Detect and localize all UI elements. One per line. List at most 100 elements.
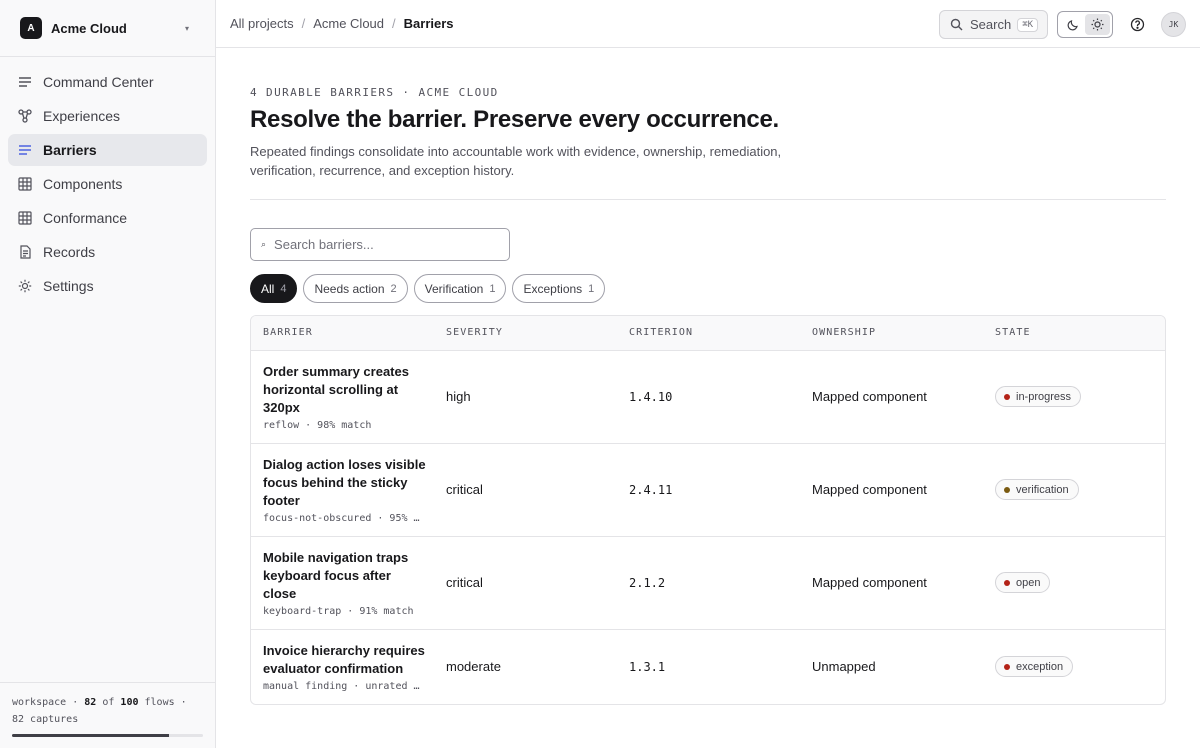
status-badge: open (995, 572, 1051, 593)
sidebar-item-conformance[interactable]: Conformance (8, 202, 207, 234)
criterion-cell: 2.1.2 (617, 536, 800, 630)
table-row[interactable]: Dialog action loses visible focus behind… (251, 443, 1165, 537)
page-eyebrow: 4 DURABLE BARRIERS · ACME CLOUD (250, 86, 499, 99)
sidebar-item-components[interactable]: Components (8, 168, 207, 200)
breadcrumb-separator: / (301, 16, 306, 31)
breadcrumb-project[interactable]: Acme Cloud (313, 16, 384, 31)
page-title: Resolve the barrier. Preserve every occu… (250, 106, 779, 133)
sidebar-item-experiences[interactable]: Experiences (8, 100, 207, 132)
breadcrumb-separator: / (392, 16, 396, 31)
barrier-title[interactable]: Invoice hierarchy requires evaluator con… (263, 642, 434, 678)
lines-icon (18, 143, 32, 157)
usage-text: workspace · 82 of 100 flows · 82 capture… (12, 697, 187, 725)
search-icon (950, 18, 963, 31)
filter-count: 4 (280, 282, 287, 295)
nodes-icon (18, 109, 32, 123)
state-cell: verification (983, 443, 1165, 537)
breadcrumb-root[interactable]: All projects (230, 16, 294, 31)
criterion-cell: 1.3.1 (629, 659, 666, 674)
status-badge: in-progress (995, 386, 1082, 407)
sidebar-item-label: Components (43, 176, 123, 192)
theme-toggle[interactable] (1057, 11, 1113, 38)
state-cell: open (983, 536, 1165, 630)
table-row[interactable]: Invoice hierarchy requires evaluator con… (251, 629, 1165, 704)
barrier-cell: Invoice hierarchy requires evaluator con… (251, 629, 434, 704)
workspace-usage: workspace · 82 of 100 flows · 82 capture… (0, 682, 215, 748)
severity-cell: critical (434, 443, 617, 537)
divider (250, 199, 1166, 200)
sidebar-item-records[interactable]: Records (8, 236, 207, 268)
filter-count: 2 (390, 282, 397, 295)
avatar[interactable]: JK (1161, 12, 1186, 37)
state-cell: exception (983, 629, 1165, 704)
column-header-state[interactable]: STATE (983, 316, 1165, 351)
sidebar-item-settings[interactable]: Settings (8, 270, 207, 302)
state-cell: in-progress (983, 350, 1165, 444)
barriers-table: BARRIER SEVERITY CRITERION OWNERSHIP STA… (250, 315, 1166, 705)
chevron-down-icon: ▾ (184, 23, 189, 33)
barrier-search[interactable]: ⌕ (250, 228, 510, 261)
table-row[interactable]: Order summary creates horizontal scrolli… (251, 350, 1165, 444)
breadcrumb: All projects / Acme Cloud / Barriers (230, 16, 454, 31)
usage-progress-fill (12, 734, 169, 737)
severity-cell: high (434, 350, 617, 444)
filter-exceptions[interactable]: Exceptions 1 (512, 274, 606, 303)
filter-chips: All 4 Needs action 2 Verification 1 Exce… (250, 274, 1166, 303)
barrier-meta: focus-not-obscured · 95% match (263, 512, 423, 524)
column-header-severity[interactable]: SEVERITY (434, 316, 617, 351)
status-badge: exception (995, 656, 1074, 677)
barrier-title[interactable]: Mobile navigation traps keyboard focus a… (263, 549, 434, 603)
table-row[interactable]: Mobile navigation traps keyboard focus a… (251, 536, 1165, 630)
sidebar-item-label: Experiences (43, 108, 121, 124)
filter-count: 1 (489, 282, 496, 295)
sidebar-item-label: Settings (43, 278, 94, 294)
filter-count: 1 (588, 282, 595, 295)
severity-cell: critical (434, 536, 617, 630)
breadcrumb-current: Barriers (403, 16, 454, 31)
column-header-barrier[interactable]: BARRIER (251, 316, 434, 351)
document-icon (18, 245, 32, 259)
sidebar: A Acme Cloud ▾ Command Center Experience… (0, 0, 216, 748)
filter-all[interactable]: All 4 (250, 274, 298, 303)
status-dot (1004, 663, 1010, 670)
search-label: Search (970, 17, 1012, 32)
main-content: 4 DURABLE BARRIERS · ACME CLOUD Resolve … (250, 48, 1166, 705)
topbar-actions: Search ⌘K JK (939, 10, 1186, 39)
grid-icon (18, 211, 32, 225)
filter-verification[interactable]: Verification 1 (413, 274, 507, 303)
barrier-title[interactable]: Dialog action loses visible focus behind… (263, 456, 434, 510)
status-dot (1004, 579, 1010, 586)
filter-needs-action[interactable]: Needs action 2 (303, 274, 408, 303)
ownership-cell: Unmapped (812, 659, 876, 674)
workspace-switcher[interactable]: A Acme Cloud ▾ (0, 0, 215, 57)
sidebar-item-label: Barriers (43, 142, 97, 158)
status-dot (1004, 393, 1010, 400)
status-badge: verification (995, 479, 1079, 500)
sidebar-item-command-center[interactable]: Command Center (8, 66, 207, 98)
barrier-meta: reflow · 98% match (263, 419, 372, 431)
ownership-cell: Mapped component (800, 536, 983, 630)
barrier-search-input[interactable] (274, 237, 495, 252)
usage-progress-bar (12, 734, 203, 737)
sidebar-item-label: Command Center (43, 74, 154, 90)
moon-icon[interactable] (1060, 14, 1085, 35)
global-search-button[interactable]: Search ⌘K (939, 10, 1048, 39)
ownership-cell: Mapped component (800, 443, 983, 537)
search-icon: ⌕ (261, 239, 267, 249)
sidebar-item-barriers[interactable]: Barriers (8, 134, 207, 166)
lines-icon (18, 75, 32, 89)
status-dot (1004, 486, 1010, 493)
column-header-criterion[interactable]: CRITERION (617, 316, 800, 351)
sun-icon[interactable] (1085, 14, 1110, 35)
criterion-cell: 2.4.11 (617, 443, 800, 537)
column-header-ownership[interactable]: OWNERSHIP (800, 316, 983, 351)
sidebar-item-label: Records (43, 244, 96, 260)
barrier-cell: Order summary creates horizontal scrolli… (251, 350, 434, 444)
barrier-meta: manual finding · unrated confidence (263, 680, 423, 692)
sidebar-item-label: Conformance (43, 210, 128, 226)
workspace-name: Acme Cloud (51, 20, 127, 36)
table-header-row: BARRIER SEVERITY CRITERION OWNERSHIP STA… (251, 316, 1165, 351)
help-icon[interactable] (1126, 14, 1148, 36)
ownership-cell: Mapped component (800, 350, 983, 444)
barrier-title[interactable]: Order summary creates horizontal scrolli… (263, 363, 434, 417)
